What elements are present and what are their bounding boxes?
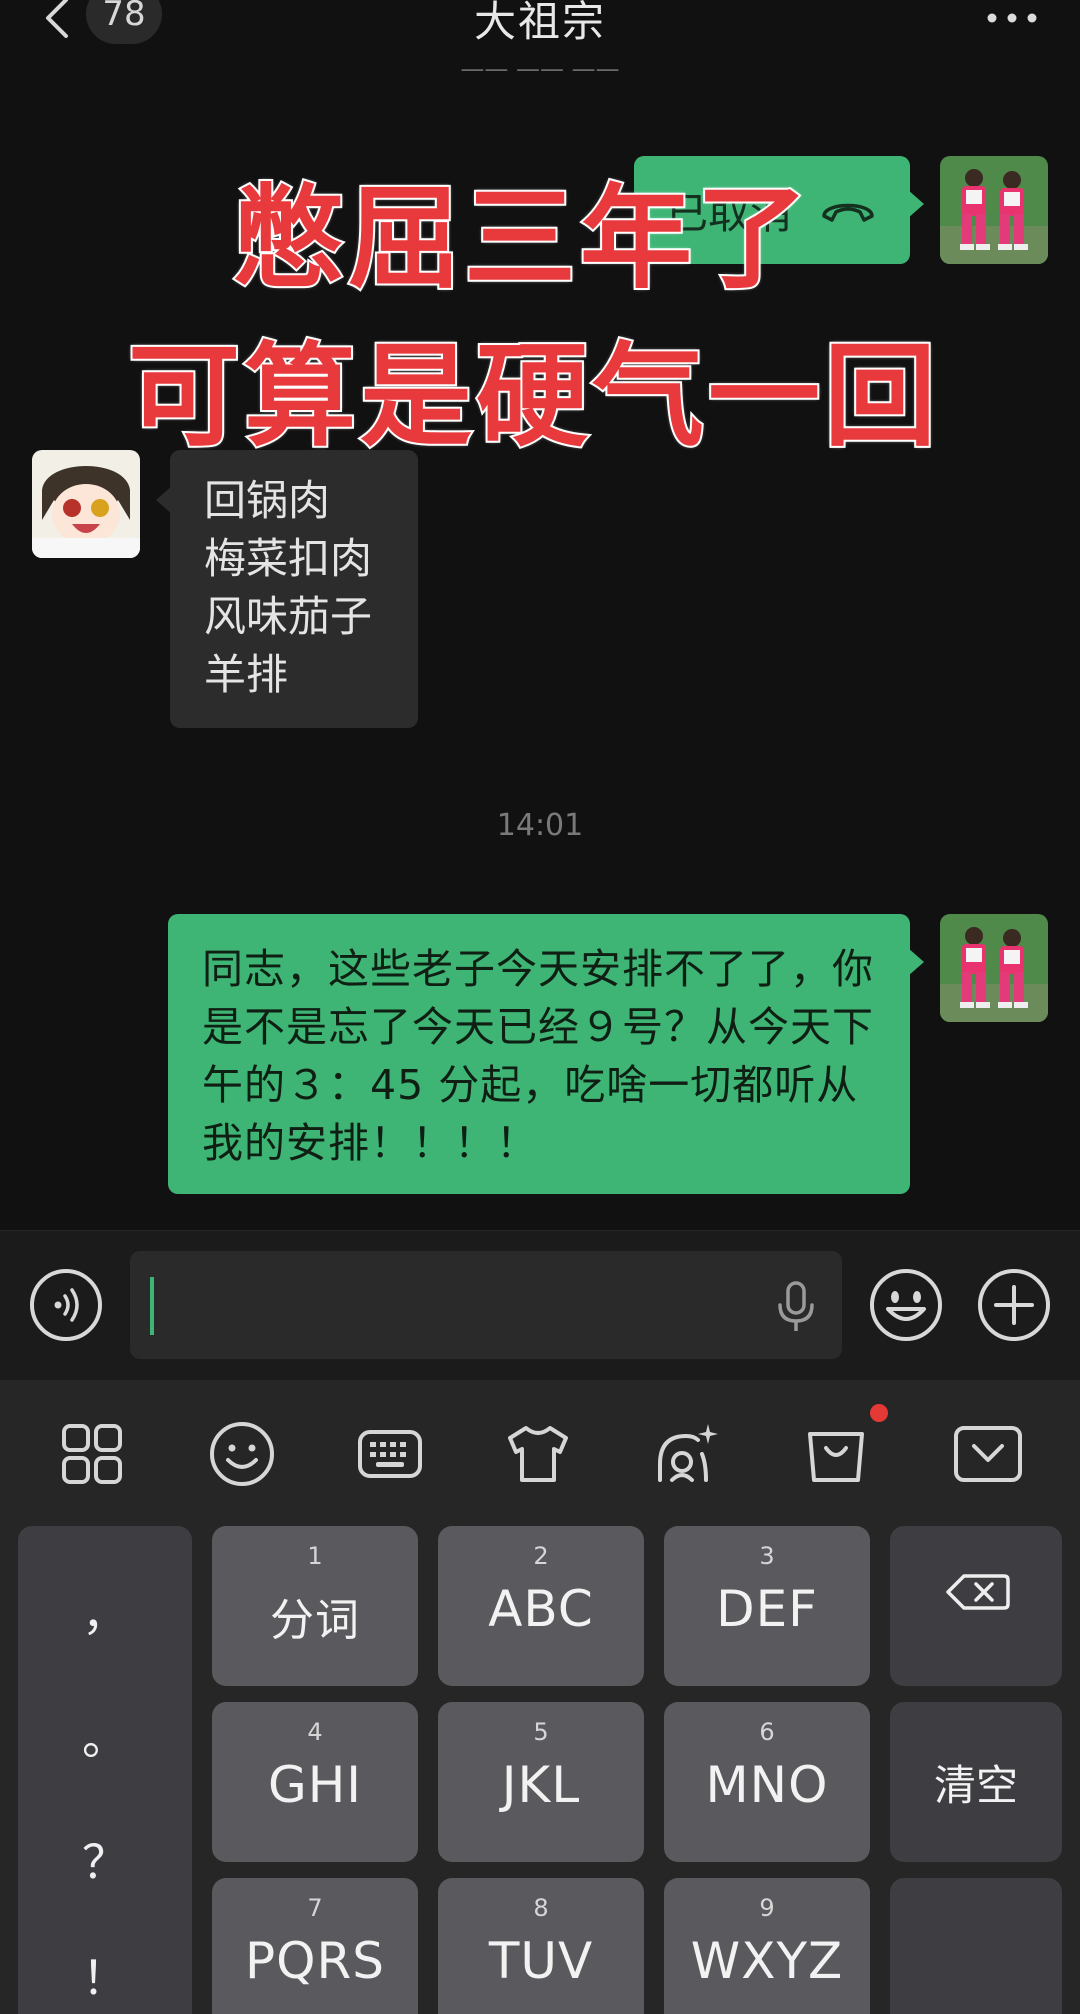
key-4-ghi[interactable]: 4 GHI [212, 1702, 418, 1862]
punct-key[interactable]: ， [18, 1578, 192, 1644]
delete-key[interactable] [890, 1526, 1062, 1686]
key-label: PQRS [245, 1932, 385, 1990]
key-number: 2 [533, 1542, 549, 1570]
shirt-icon[interactable] [504, 1420, 572, 1488]
voice-wave-icon[interactable] [28, 1267, 104, 1343]
key-label: GHI [267, 1756, 363, 1814]
phone-hangup-icon [822, 203, 874, 222]
punct-key[interactable]: ？ [18, 1826, 192, 1892]
grid-icon[interactable] [58, 1420, 126, 1488]
text-caret [150, 1277, 154, 1335]
overlay-caption-line-2: 可算是硬气一回 [126, 330, 940, 464]
key-7-pqrs[interactable]: 7 PQRS [212, 1878, 418, 2014]
dish-item: 风味茄子 [204, 592, 373, 641]
key-number: 4 [307, 1718, 323, 1746]
key-label: DEF [716, 1580, 818, 1638]
cut-off-timestamp: —— —— —— [0, 66, 1080, 78]
key-number: 9 [759, 1894, 775, 1922]
key-1-fenci[interactable]: 1 分词 [212, 1526, 418, 1686]
key-label: MNO [705, 1756, 829, 1814]
key-8-tuv[interactable]: 8 TUV [438, 1878, 644, 2014]
dish-item: 羊排 [204, 650, 289, 699]
overlay-caption-line-1: 憋屈三年了 [230, 172, 812, 306]
punct-key[interactable]: ！ [18, 1942, 192, 2008]
more-dots-icon[interactable] [984, 6, 1040, 30]
chat-title: 大祖宗 [473, 0, 606, 46]
key-number: 3 [759, 1542, 775, 1570]
my-avatar-image [940, 914, 1048, 1022]
t9-keyboard: ， 。 ？ ！ 1 分词 2 ABC 3 DEF 4 GHI 5 JKL 6 M… [0, 1526, 1080, 2014]
key-2-abc[interactable]: 2 ABC [438, 1526, 644, 1686]
key-number: 8 [533, 1894, 549, 1922]
keyboard-toolbar [0, 1380, 1080, 1526]
key-number: 6 [759, 1718, 775, 1746]
plus-icon[interactable] [976, 1267, 1052, 1343]
shopping-bag-icon[interactable] [802, 1420, 870, 1488]
notification-dot [870, 1404, 888, 1422]
my-avatar[interactable] [940, 914, 1048, 1022]
key-5-jkl[interactable]: 5 JKL [438, 1702, 644, 1862]
message-text-field[interactable] [130, 1251, 842, 1359]
key-label: ABC [488, 1580, 594, 1638]
contact-avatar-image [32, 450, 140, 558]
key-label: WXYZ [690, 1932, 844, 1990]
collapse-keyboard-icon[interactable] [954, 1420, 1022, 1488]
emoji-smile-icon[interactable] [868, 1267, 944, 1343]
reply-message-text: 同志，这些老子今天安排不了了，你是不是忘了今天已经９号？从今天下午的３：45 分… [202, 945, 874, 1167]
clear-key-label: 清空 [933, 1761, 1018, 1810]
microphone-icon[interactable] [776, 1281, 816, 1333]
contact-avatar[interactable] [32, 450, 140, 558]
reply-message-bubble[interactable]: 同志，这些老子今天安排不了了，你是不是忘了今天已经９号？从今天下午的３：45 分… [168, 914, 924, 1194]
key-number: 5 [533, 1718, 549, 1746]
dish-item: 回锅肉 [204, 476, 331, 525]
clear-key[interactable]: 清空 [890, 1702, 1062, 1862]
keyboard-icon[interactable] [356, 1420, 424, 1488]
smiley-icon[interactable] [208, 1420, 276, 1488]
punctuation-column[interactable]: ， 。 ？ ！ [18, 1526, 192, 2014]
key-label: JKL [501, 1756, 581, 1814]
time-divider: 14:01 [496, 808, 584, 843]
message-input-bar [0, 1230, 1080, 1380]
chat-screen: 78 大祖宗 —— —— —— 已取消 [0, 0, 1080, 2014]
my-avatar-image [940, 156, 1048, 264]
key-3-def[interactable]: 3 DEF [664, 1526, 870, 1686]
key-label: 分词 [270, 1595, 360, 1646]
blank-key[interactable] [890, 1878, 1062, 2014]
punct-key[interactable]: 。 [18, 1702, 192, 1768]
chat-header: 78 大祖宗 —— —— —— [0, 0, 1080, 80]
dish-item: 梅菜扣肉 [204, 534, 373, 583]
key-number: 7 [307, 1894, 323, 1922]
key-6-mno[interactable]: 6 MNO [664, 1702, 870, 1862]
key-label: TUV [488, 1932, 594, 1990]
dish-list-bubble[interactable]: 回锅肉 梅菜扣肉 风味茄子 羊排 [156, 450, 418, 728]
key-number: 1 [307, 1542, 323, 1570]
backspace-icon [946, 1574, 1010, 1610]
ai-sparkle-icon[interactable] [652, 1420, 720, 1488]
key-9-wxyz[interactable]: 9 WXYZ [664, 1878, 870, 2014]
my-avatar[interactable] [940, 156, 1048, 264]
